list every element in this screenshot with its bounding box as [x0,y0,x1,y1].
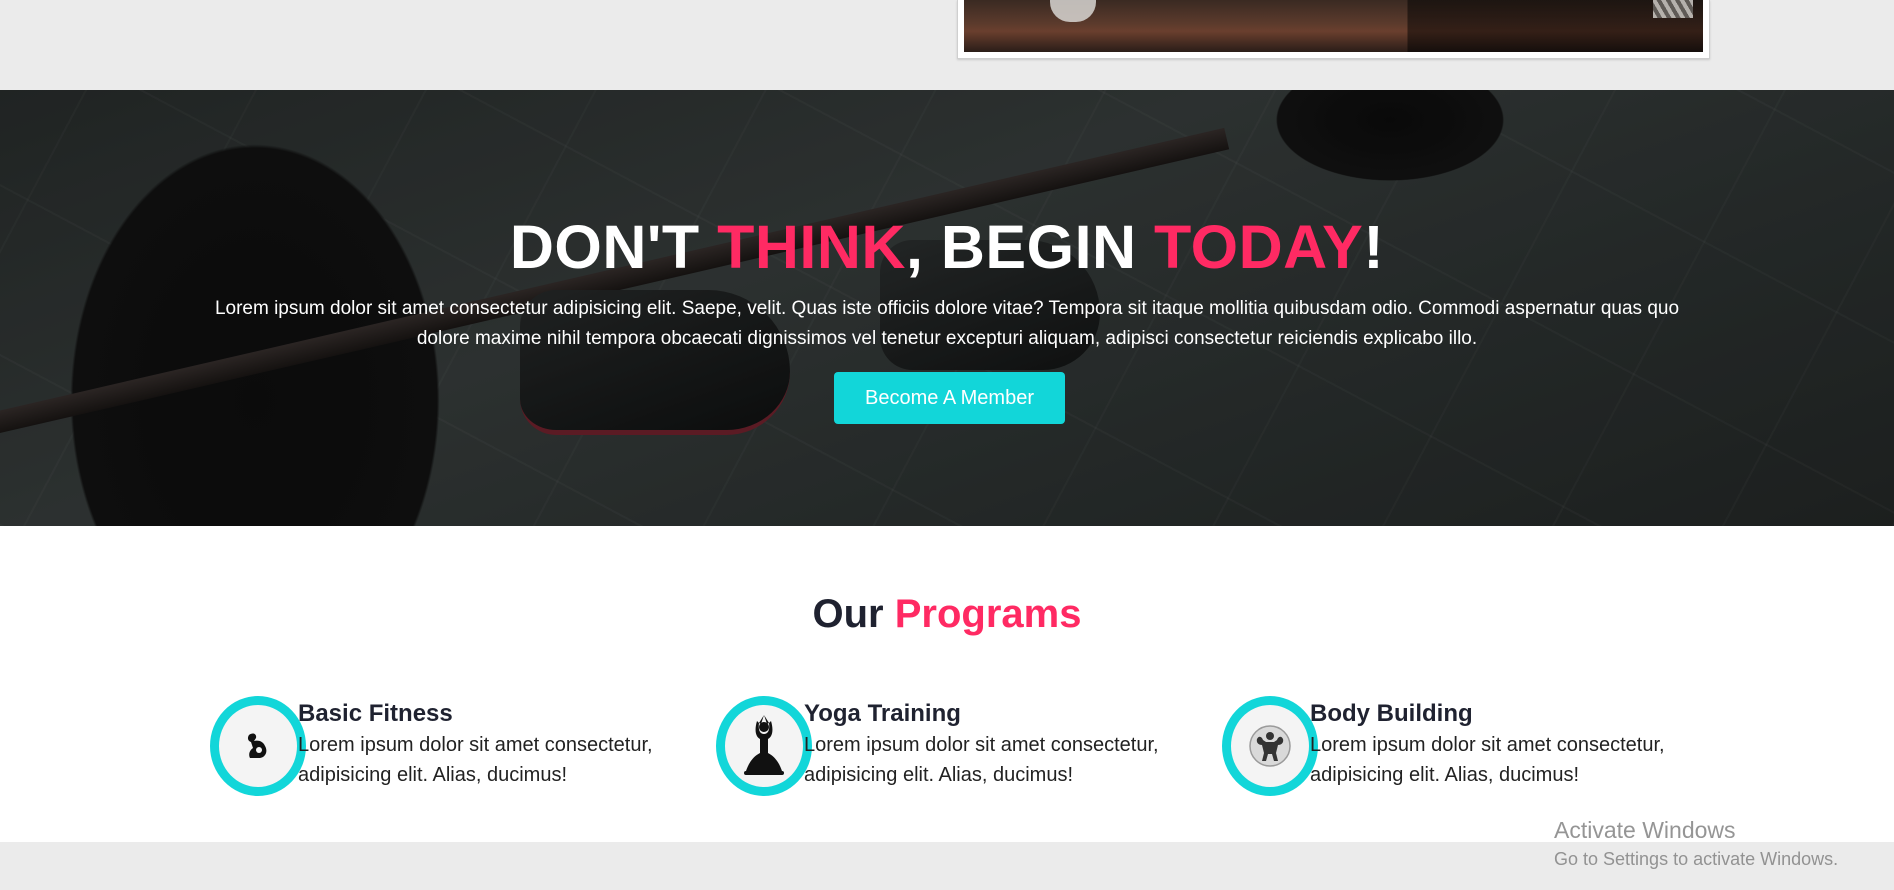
gym-photo [964,0,1703,52]
hero-title-part-1: DON'T [509,213,718,281]
become-member-button[interactable]: Become A Member [834,372,1065,424]
hero-title-part-5: ! [1363,213,1385,281]
yoga-pose-icon [716,696,812,796]
programs-title-highlight: Programs [894,592,1082,636]
hero-title-highlight-think: THINK [717,213,906,281]
flexing-arm-icon [210,696,306,796]
programs-section: Our Programs Basic Fitness Lorem ipsum d… [0,526,1894,842]
program-description: Lorem ipsum dolor sit amet consectetur, … [804,734,1159,786]
hero-title-part-3: , BEGIN [905,213,1155,281]
windows-activation-title: Activate Windows [1554,817,1736,843]
programs-title: Our Programs [0,592,1894,637]
program-description: Lorem ipsum dolor sit amet consectetur, … [298,734,653,786]
program-name: Body Building [1310,700,1473,727]
hero-description: Lorem ipsum dolor sit amet consectetur a… [214,298,1680,349]
previous-section-strip [0,0,1894,90]
windows-activation-subtitle: Go to Settings to activate Windows. [1554,849,1839,869]
hero-banner: DON'T THINK, BEGIN TODAY! Lorem ipsum do… [0,90,1894,526]
program-name: Yoga Training [804,700,961,727]
program-description: Lorem ipsum dolor sit amet consectetur, … [1310,734,1665,786]
hero-title: DON'T THINK, BEGIN TODAY! [0,212,1894,282]
hero-title-highlight-today: TODAY [1154,213,1364,281]
programs-title-our: Our [812,592,895,636]
bodybuilder-icon [1222,696,1318,796]
program-name: Basic Fitness [298,700,453,727]
gym-photo-frame [957,0,1710,59]
